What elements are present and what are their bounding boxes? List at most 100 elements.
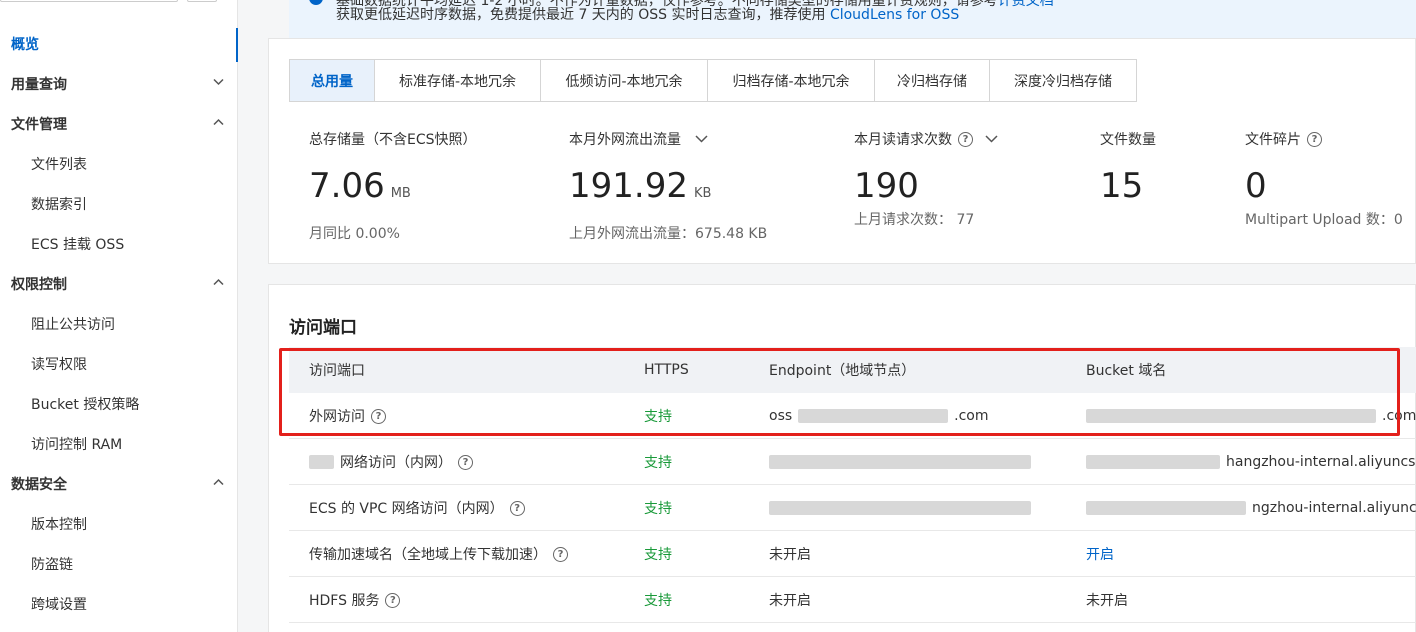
usage-card: 总用量 标准存储-本地冗余 低频访问-本地冗余 归档存储-本地冗余 冷归档存储 … xyxy=(268,38,1416,264)
tab-standard[interactable]: 标准存储-本地冗余 xyxy=(375,60,541,101)
sidebar-item-permission[interactable]: 权限控制 xyxy=(0,264,238,304)
endpoint-value: 未开启 xyxy=(769,547,811,563)
chevron-down-icon[interactable] xyxy=(695,131,708,147)
tab-archive[interactable]: 归档存储-本地冗余 xyxy=(708,60,875,101)
info-notice: 基础数据统计平均延迟 1-2 小时。不作为计量数据，仅作参考。不同存储类型的存储… xyxy=(289,0,1416,38)
endpoint-suffix: .com xyxy=(954,408,989,424)
endpoint-value[interactable]: oss .com xyxy=(769,393,989,439)
bucket-selector[interactable] xyxy=(0,0,178,2)
sidebar-toggle-button[interactable] xyxy=(187,0,217,2)
redacted-text xyxy=(798,409,949,423)
https-status: 支持 xyxy=(644,455,672,471)
sidebar-item-bucket-policy[interactable]: Bucket 授权策略 xyxy=(0,384,238,424)
info-text: 获取更低延迟时序数据，免费提供最近 7 天内的 OSS 实时日志查询，推荐使用 xyxy=(336,7,826,23)
sidebar-item-label: ECS 挂载 OSS xyxy=(31,237,125,253)
sidebar-item-acl[interactable]: 读写权限 xyxy=(0,344,238,384)
sidebar-item-cors[interactable]: 跨域设置 xyxy=(0,584,238,624)
endpoint-value[interactable] xyxy=(769,485,1031,531)
metric-requests: 本月读请求次数 ? 190 上月请求次数： 77 xyxy=(854,129,998,229)
help-icon[interactable]: ? xyxy=(509,500,525,516)
sidebar: 概览 用量查询 文件管理 文件列表 数据索引 ECS 挂载 OSS 权限控制 阻… xyxy=(0,0,238,632)
enable-acceleration-link[interactable]: 开启 xyxy=(1086,531,1114,577)
metric-label-text: 本月外网流出流量 xyxy=(569,132,681,148)
https-status: 支持 xyxy=(644,409,672,425)
sidebar-item-label: 读写权限 xyxy=(31,357,87,373)
redacted-text xyxy=(1086,409,1376,423)
sidebar-item-label: Bucket 授权策略 xyxy=(31,397,140,413)
table-row: 传输加速域名（全地域上传下载加速）? 支持 未开启 开启 xyxy=(289,531,1416,577)
sidebar-top-controls xyxy=(0,0,238,4)
metric-label[interactable]: 本月读请求次数 ? xyxy=(854,129,998,149)
port-name: ECS 的 VPC 网络访问（内网）? xyxy=(309,485,525,531)
sidebar-item-label: 阻止公共访问 xyxy=(31,317,115,333)
table-row: 外网访问? 支持 oss .com .com xyxy=(289,393,1416,439)
metric-label[interactable]: 本月外网流出流量 xyxy=(569,129,767,149)
sidebar-item-file-list[interactable]: 文件列表 xyxy=(0,144,238,184)
endpoint-value[interactable] xyxy=(769,439,1031,485)
metric-value: 15 xyxy=(1100,166,1144,206)
sidebar-item-ecs-mount[interactable]: ECS 挂载 OSS xyxy=(0,224,238,264)
metric-files: 文件数量 15 xyxy=(1100,129,1156,205)
redacted-text xyxy=(309,455,334,469)
help-icon[interactable]: ? xyxy=(371,408,386,424)
billing-doc-link[interactable]: 计费文档 xyxy=(998,0,1054,9)
redacted-text xyxy=(769,501,1031,515)
sidebar-item-usage[interactable]: 用量查询 xyxy=(0,64,238,104)
metric-value: 190 xyxy=(854,166,919,206)
metric-label: 文件碎片? xyxy=(1245,129,1403,149)
bucket-domain-value: 未开启 xyxy=(1086,593,1128,609)
endpoint-value: 未开启 xyxy=(769,593,811,609)
bucket-domain-value[interactable]: .com xyxy=(1086,393,1416,439)
chevron-down-icon[interactable] xyxy=(985,131,998,147)
tab-cold-archive[interactable]: 冷归档存储 xyxy=(875,60,990,101)
port-name: 网络访问（内网）? xyxy=(309,439,473,485)
port-name: 外网访问? xyxy=(309,393,386,439)
sidebar-item-file-management[interactable]: 文件管理 xyxy=(0,104,238,144)
sidebar-item-label: 概览 xyxy=(11,37,39,53)
port-name: HDFS 服务? xyxy=(309,577,401,623)
sidebar-item-label: 版本控制 xyxy=(31,517,87,533)
redacted-text xyxy=(769,455,1031,469)
sidebar-item-label: 防盗链 xyxy=(31,557,73,573)
cloudlens-link[interactable]: CloudLens for OSS xyxy=(830,7,959,23)
port-label: ECS 的 VPC 网络访问（内网） xyxy=(309,501,504,517)
help-icon[interactable]: ? xyxy=(1307,131,1322,147)
bucket-domain-value[interactable]: ngzhou-internal.aliyuncs.c xyxy=(1086,485,1416,531)
sidebar-item-overview[interactable]: 概览 xyxy=(0,24,238,64)
help-icon[interactable]: ? xyxy=(553,546,568,562)
table-header: 访问端口 HTTPS Endpoint（地域节点） Bucket 域名 xyxy=(289,347,1416,393)
sidebar-item-label: 数据索引 xyxy=(31,197,87,213)
sidebar-item-hotlink[interactable]: 防盗链 xyxy=(0,544,238,584)
metric-traffic: 本月外网流出流量 191.92 KB 上月外网流出流量：675.48 KB xyxy=(569,129,767,243)
help-icon[interactable]: ? xyxy=(458,454,473,470)
info-line-2: 获取更低延迟时序数据，免费提供最近 7 天内的 OSS 实时日志查询，推荐使用 … xyxy=(336,4,959,24)
tab-ia[interactable]: 低频访问-本地冗余 xyxy=(541,60,708,101)
sidebar-item-ram[interactable]: 访问控制 RAM xyxy=(0,424,238,464)
help-icon[interactable]: ? xyxy=(385,592,401,608)
sidebar-item-data-security[interactable]: 数据安全 xyxy=(0,464,238,504)
metric-fragments: 文件碎片? 0 Multipart Upload 数：0 xyxy=(1245,129,1403,229)
chevron-up-icon xyxy=(213,278,224,288)
endpoint-prefix: oss xyxy=(769,408,793,424)
sidebar-item-block-public-access[interactable]: 阻止公共访问 xyxy=(0,304,238,344)
metric-label-text: 文件碎片 xyxy=(1245,132,1301,148)
redacted-text xyxy=(1086,455,1220,469)
chevron-up-icon xyxy=(213,118,224,128)
access-port-card: 访问端口 访问端口 HTTPS Endpoint（地域节点） Bucket 域名… xyxy=(268,284,1416,632)
metric-storage: 总存储量（不含ECS快照） 7.06 MB 月同比 0.00% xyxy=(309,129,477,243)
table-row: 网络访问（内网）? 支持 hangzhou-internal.aliyuncs.… xyxy=(289,439,1416,485)
tab-deep-cold-archive[interactable]: 深度冷归档存储 xyxy=(990,60,1136,101)
port-label: 网络访问（内网） xyxy=(340,455,452,471)
help-icon[interactable]: ? xyxy=(958,131,973,147)
port-label: HDFS 服务 xyxy=(309,593,380,609)
port-name: 传输加速域名（全地域上传下载加速）? xyxy=(309,531,568,577)
info-icon xyxy=(309,0,323,5)
sidebar-item-versioning[interactable]: 版本控制 xyxy=(0,504,238,544)
sidebar-item-data-index[interactable]: 数据索引 xyxy=(0,184,238,224)
main-content: 基础数据统计平均延迟 1-2 小时。不作为计量数据，仅作参考。不同存储类型的存储… xyxy=(238,0,1416,632)
tab-total[interactable]: 总用量 xyxy=(290,60,375,101)
bucket-domain-value[interactable]: hangzhou-internal.aliyuncs.c xyxy=(1086,439,1416,485)
metric-sub: Multipart Upload 数：0 xyxy=(1245,212,1403,228)
sidebar-item-label: 访问控制 RAM xyxy=(31,437,123,453)
port-label: 传输加速域名（全地域上传下载加速） xyxy=(309,547,547,563)
